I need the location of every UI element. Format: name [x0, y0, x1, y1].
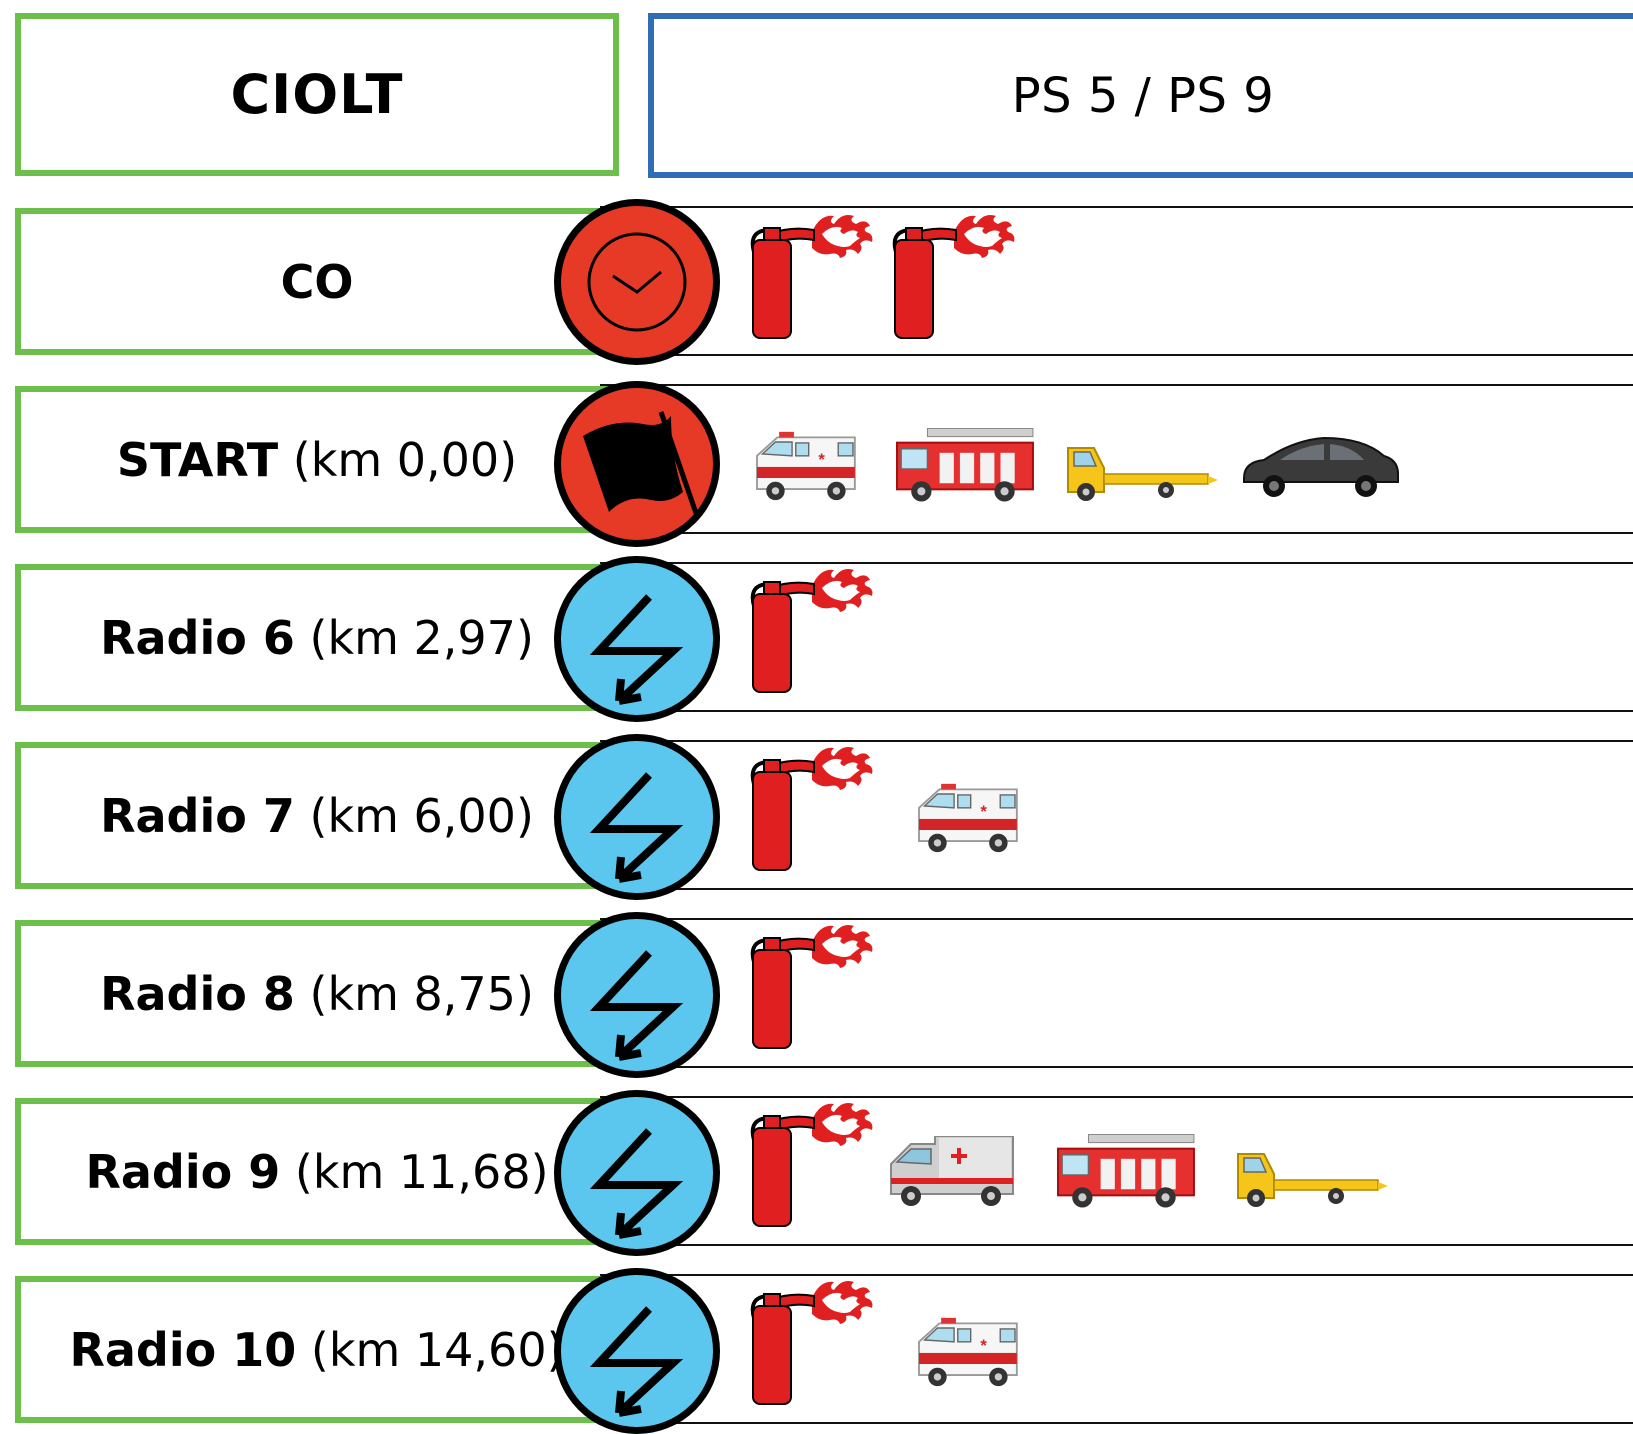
row-name: CO	[280, 254, 354, 309]
fire-truck-icon	[896, 428, 1034, 503]
ambulance-icon	[918, 782, 1018, 854]
ambulance-grey-icon	[890, 1136, 1014, 1207]
row-label-box: Radio 8 (km 8,75)	[15, 920, 619, 1067]
row-label: Radio 7 (km 6,00)	[100, 789, 534, 843]
row-km: (km 14,60)	[310, 1322, 565, 1377]
radio-lightning-icon	[554, 734, 720, 900]
row-label: CO	[281, 255, 354, 309]
radio-lightning-icon	[554, 556, 720, 722]
header-left-box: CIOLT	[15, 13, 619, 176]
tow-truck-icon	[1067, 447, 1219, 502]
row-label-box: Radio 9 (km 11,68)	[15, 1098, 619, 1245]
header-right-title: PS 5 / PS 9	[1011, 67, 1275, 124]
fire-extinguisher-icon	[750, 745, 875, 872]
header-left-title: CIOLT	[230, 63, 404, 126]
row-label: Radio 10 (km 14,60)	[69, 1323, 564, 1377]
row-km: (km 11,68)	[294, 1144, 549, 1199]
row-name: Radio 6	[100, 610, 295, 665]
row-label-box: Radio 6 (km 2,97)	[15, 564, 619, 711]
row-km: (km 0,00)	[292, 432, 518, 487]
radio-lightning-icon	[554, 1090, 720, 1256]
clock-icon	[554, 199, 720, 365]
row-name: Radio 7	[100, 788, 295, 843]
fire-extinguisher-icon	[750, 567, 875, 694]
fire-extinguisher-icon	[892, 213, 1017, 340]
ambulance-icon	[918, 1316, 1018, 1388]
radio-lightning-icon	[554, 1268, 720, 1434]
row-km: (km 6,00)	[309, 788, 534, 843]
tow-truck-icon	[1237, 1153, 1389, 1208]
row-label-box: Radio 10 (km 14,60)	[15, 1276, 619, 1423]
fire-extinguisher-icon	[750, 923, 875, 1050]
row-label-box: CO	[15, 208, 619, 355]
radio-lightning-icon	[554, 912, 720, 1078]
row-label: Radio 9 (km 11,68)	[85, 1145, 548, 1199]
fire-extinguisher-icon	[750, 1279, 875, 1406]
row-km: (km 8,75)	[309, 966, 534, 1021]
flag-icon	[554, 381, 720, 547]
row-label: Radio 6 (km 2,97)	[100, 611, 534, 665]
fire-extinguisher-icon	[750, 1101, 875, 1228]
fire-extinguisher-icon	[750, 213, 875, 340]
row-name: Radio 9	[85, 1144, 281, 1199]
row-label-box: Radio 7 (km 6,00)	[15, 742, 619, 889]
row-name: START	[116, 432, 279, 487]
fire-truck-icon	[1057, 1134, 1195, 1209]
row-label: Radio 8 (km 8,75)	[100, 967, 534, 1021]
row-label: START (km 0,00)	[117, 433, 517, 487]
header-right-box: PS 5 / PS 9	[648, 13, 1633, 178]
row-name: Radio 10	[69, 1322, 297, 1377]
car-icon	[1243, 437, 1399, 498]
row-name: Radio 8	[100, 966, 295, 1021]
row-km: (km 2,97)	[309, 610, 534, 665]
ambulance-icon	[756, 430, 856, 502]
row-label-box: START (km 0,00)	[15, 386, 619, 533]
